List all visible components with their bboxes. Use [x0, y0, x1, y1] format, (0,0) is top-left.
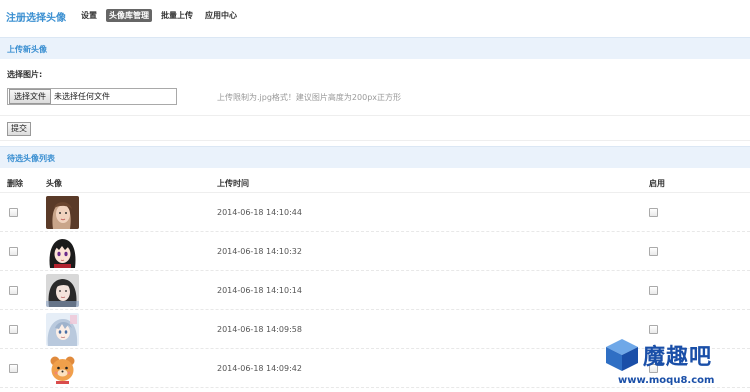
upload-time: 2014-06-18 14:10:14 [217, 286, 302, 295]
avatar-image [46, 352, 79, 385]
watermark-logo: 魔趣吧 www.moqu8.com [604, 335, 750, 392]
upload-hint: 上传限制为.jpg格式！建议图片高度为200px正方形 [217, 93, 402, 102]
upload-time: 2014-06-18 14:09:58 [217, 325, 302, 334]
avatar-image [46, 313, 79, 346]
enable-checkbox[interactable] [649, 208, 658, 217]
select-image-label: 选择图片: [7, 70, 43, 79]
avatar-image [46, 274, 79, 307]
delete-checkbox[interactable] [9, 247, 18, 256]
delete-checkbox[interactable] [9, 208, 18, 217]
delete-checkbox[interactable] [9, 286, 18, 295]
column-header-delete: 删除 [7, 179, 23, 188]
file-status-text: 未选择任何文件 [54, 92, 110, 101]
app-title[interactable]: 注册选择头像 [6, 9, 66, 24]
column-header-upload-time: 上传时间 [217, 179, 249, 188]
list-section-header: 待选头像列表 [0, 146, 750, 168]
nav-item-app-center[interactable]: 应用中心 [202, 9, 240, 22]
enable-checkbox[interactable] [649, 286, 658, 295]
cube-logo-icon [606, 339, 638, 371]
avatar-image [46, 196, 79, 229]
upload-time: 2014-06-18 14:10:44 [217, 208, 302, 217]
enable-checkbox[interactable] [649, 325, 658, 334]
divider [0, 140, 750, 141]
table-row: 2014-06-18 14:10:32 [0, 232, 750, 271]
choose-file-button[interactable]: 选择文件 [9, 89, 51, 104]
avatar-image [46, 235, 79, 268]
nav-item-batch-upload[interactable]: 批量上传 [158, 9, 196, 22]
delete-checkbox[interactable] [9, 325, 18, 334]
upload-section-header: 上传新头像 [0, 37, 750, 59]
nav-item-avatar-library[interactable]: 头像库管理 [106, 9, 152, 22]
list-section-title: 待选头像列表 [7, 154, 55, 163]
watermark-text: 魔趣吧 [643, 345, 713, 370]
submit-button[interactable]: 提交 [7, 122, 31, 136]
top-nav: 设置 头像库管理 批量上传 应用中心 [78, 9, 240, 22]
column-header-avatar: 头像 [46, 179, 62, 188]
upload-time: 2014-06-18 14:09:42 [217, 364, 302, 373]
column-header-enable: 启用 [649, 179, 665, 188]
table-row: 2014-06-18 14:10:44 [0, 193, 750, 232]
watermark-url: www.moqu8.com [618, 375, 715, 386]
upload-time: 2014-06-18 14:10:32 [217, 247, 302, 256]
upload-section-title: 上传新头像 [7, 45, 47, 54]
top-bar: 注册选择头像 设置 头像库管理 批量上传 应用中心 [0, 0, 750, 30]
table-row: 2014-06-18 14:10:14 [0, 271, 750, 310]
nav-item-settings[interactable]: 设置 [78, 9, 100, 22]
divider [0, 115, 750, 116]
delete-checkbox[interactable] [9, 364, 18, 373]
file-input[interactable]: 选择文件 未选择任何文件 [7, 88, 177, 105]
enable-checkbox[interactable] [649, 247, 658, 256]
